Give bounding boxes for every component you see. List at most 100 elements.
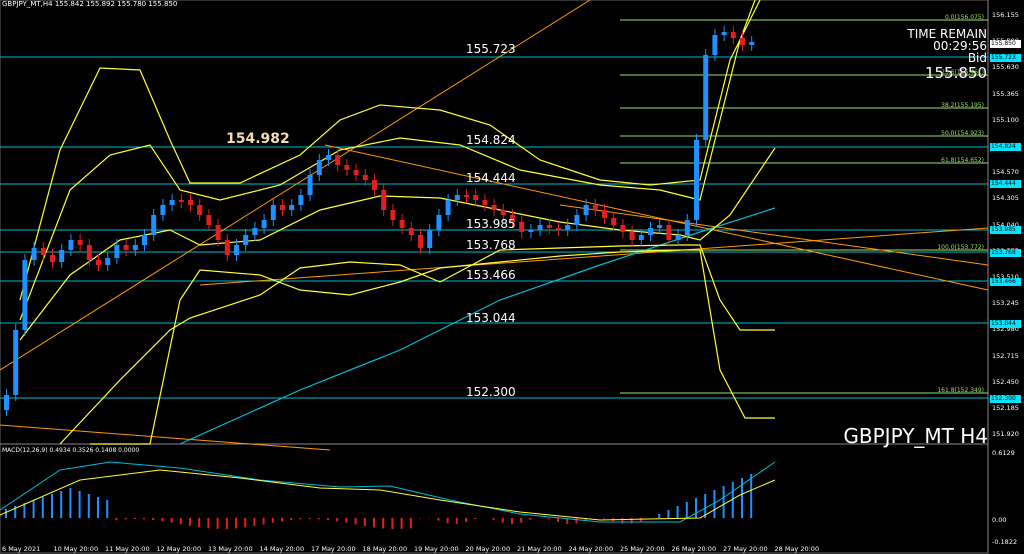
macd-line [0, 469, 776, 521]
candle [574, 215, 580, 225]
time-axis-tick: 19 May 20:00 [414, 545, 459, 553]
fib-label: 50.0(154.923) [941, 130, 984, 137]
fib-label: 23.6(155.461) [941, 69, 984, 76]
macd-bar [373, 518, 375, 528]
time-axis-tick: 11 May 20:00 [105, 545, 150, 553]
trading-chart-window: GBPJPY_MT,H4 155.842 155.892 155.780 155… [0, 0, 1024, 554]
candle [684, 220, 690, 235]
price-axis-tick: 152.715 [992, 351, 1019, 360]
candle [335, 155, 341, 165]
macd-bar [603, 518, 605, 519]
macd-bar [198, 518, 201, 528]
macd-bar [391, 518, 394, 529]
level-label-bold: 154.982 [226, 131, 290, 147]
time-axis-tick: 26 May 20:00 [671, 545, 717, 553]
macd-bar [363, 518, 366, 527]
candle [234, 245, 239, 255]
upper-band-inner [19, 0, 756, 321]
candle [712, 35, 718, 55]
macd-bar [511, 518, 513, 524]
price-axis-tick: 156.155 [992, 11, 1019, 19]
candle [694, 140, 699, 220]
candle [215, 225, 221, 240]
candle [206, 215, 212, 225]
price-axis-tick: 154.570 [992, 168, 1019, 177]
candle [583, 205, 589, 215]
price-box: 153.466 [990, 278, 1021, 286]
fib-label: 38.2(155.195) [941, 102, 984, 109]
time-axis-tick: 21 May 20:00 [517, 545, 562, 553]
candle [528, 230, 534, 232]
candle [666, 225, 672, 240]
fib-label: 100.0(153.772) [937, 244, 984, 251]
candle [77, 240, 83, 245]
macd-bar [41, 497, 44, 518]
candle [602, 210, 607, 218]
price-axis-tick: 155.100 [992, 115, 1019, 124]
candle [620, 225, 626, 232]
level-label: 154.444 [466, 171, 516, 185]
price-axis-tick: 151.920 [992, 430, 1019, 439]
level-label: 152.300 [466, 385, 516, 399]
macd-bar [152, 518, 155, 520]
candle [353, 170, 359, 175]
macd-bar [474, 518, 477, 519]
candle [491, 205, 497, 210]
macd-bar [354, 518, 357, 525]
candle [362, 175, 368, 180]
candle [197, 205, 203, 215]
trend-line [559, 204, 989, 266]
candle [408, 228, 414, 235]
macd-bar [299, 518, 302, 520]
price-box: 153.768 [990, 249, 1021, 257]
price-axis-tick: 152.450 [992, 377, 1019, 386]
price-box: 153.985 [990, 226, 1021, 234]
macd-bar [133, 518, 136, 520]
macd-bar [685, 502, 688, 518]
candle [132, 245, 138, 250]
time-axis-tick: 18 May 20:00 [362, 545, 408, 553]
candle [565, 225, 571, 230]
candle [556, 228, 561, 230]
macd-bar [5, 509, 7, 518]
macd-bar [271, 518, 274, 523]
macd-bar [179, 518, 182, 525]
candle [151, 215, 157, 235]
macd-bar [455, 518, 458, 524]
macd-bar [437, 518, 440, 521]
candle [160, 205, 166, 215]
macd-bar [327, 518, 329, 521]
macd-bar [336, 518, 339, 522]
candle [657, 225, 663, 228]
macd-bar [161, 518, 164, 522]
candle [326, 155, 331, 160]
candle [546, 225, 552, 228]
candle [68, 240, 74, 250]
candle [261, 220, 267, 228]
macd-bar [115, 518, 118, 521]
trend-line [199, 227, 989, 286]
macd-bar [621, 518, 624, 524]
candle [13, 330, 19, 395]
candle [390, 210, 396, 220]
macd-bar [750, 474, 753, 518]
macd-bar [529, 518, 532, 520]
candle [298, 195, 304, 205]
candle [178, 200, 184, 202]
candle [464, 195, 469, 197]
macd-bar [676, 506, 679, 518]
level-label: 154.824 [466, 133, 516, 147]
macd-bar [69, 488, 72, 518]
time-axis-tick: 25 May 20:00 [620, 545, 665, 553]
candle [629, 232, 635, 240]
time-axis-tick: 6 May 2021 [2, 545, 41, 553]
trend-line [324, 144, 989, 291]
fib-label: 161.8(152.349) [937, 387, 984, 394]
macd-bar [143, 518, 145, 520]
candle [114, 245, 120, 258]
candle [675, 235, 681, 240]
macd-bar [262, 518, 265, 525]
candle [270, 205, 276, 220]
macd-bar [216, 518, 219, 529]
fib-label: 61.8(154.652) [941, 157, 984, 164]
